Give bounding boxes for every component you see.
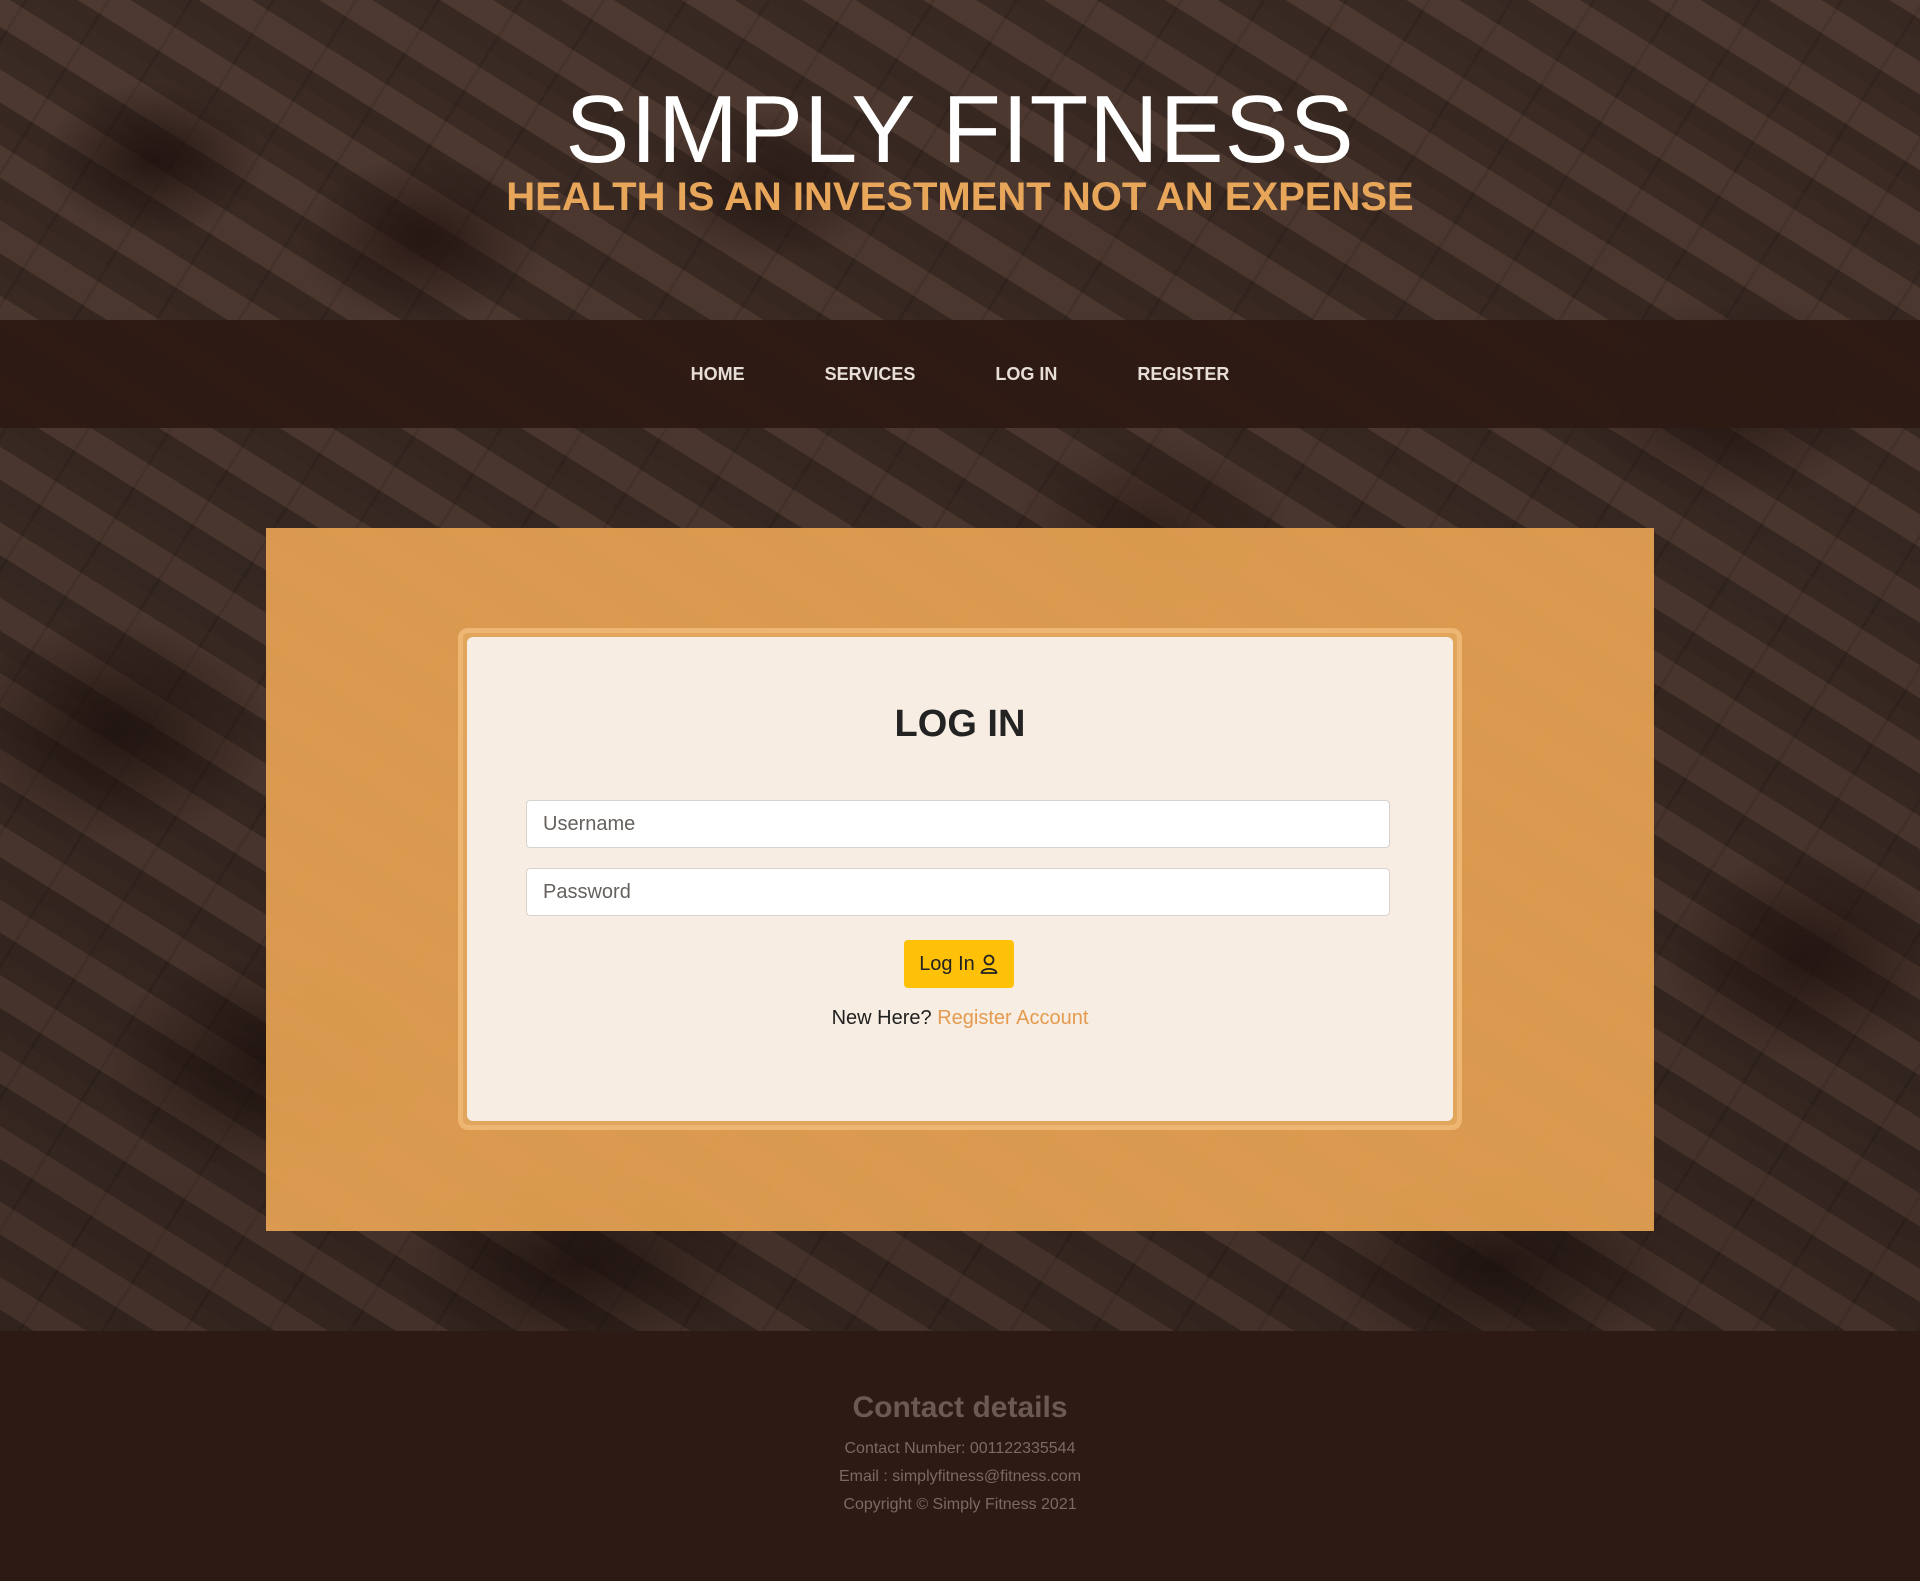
footer-heading: Contact details <box>852 1391 1068 1424</box>
nav-login[interactable]: LOG IN <box>995 364 1057 385</box>
site-title: SIMPLY FITNESS <box>565 76 1355 183</box>
login-panel: LOG IN Log In New Here? Register Account <box>266 528 1654 1231</box>
nav-register[interactable]: REGISTER <box>1137 364 1229 385</box>
login-button[interactable]: Log In <box>904 940 1014 988</box>
username-input[interactable] <box>526 800 1390 848</box>
login-card-frame: LOG IN Log In New Here? Register Account <box>458 628 1462 1130</box>
register-prompt: New Here? Register Account <box>467 1007 1453 1030</box>
site-header: SIMPLY FITNESS HEALTH IS AN INVESTMENT N… <box>0 0 1920 320</box>
nav-services[interactable]: SERVICES <box>825 364 916 385</box>
user-icon <box>979 953 999 975</box>
footer-contact-number: Contact Number: 001122335544 <box>844 1440 1076 1457</box>
footer-copyright: Copyright © Simply Fitness 2021 <box>843 1496 1077 1513</box>
main-nav: HOME SERVICES LOG IN REGISTER <box>0 320 1920 428</box>
footer-email: Email : simplyfitness@fitness.com <box>838 1468 1082 1485</box>
login-button-label: Log In <box>919 952 975 975</box>
site-tagline: HEALTH IS AN INVESTMENT NOT AN EXPENSE <box>506 175 1414 219</box>
login-card: LOG IN Log In New Here? Register Account <box>467 637 1453 1121</box>
password-input[interactable] <box>526 868 1390 916</box>
page: SIMPLY FITNESS HEALTH IS AN INVESTMENT N… <box>0 0 1920 1581</box>
register-prompt-text: New Here? <box>831 1007 932 1029</box>
login-title: LOG IN <box>894 703 1026 745</box>
register-account-link[interactable]: Register Account <box>937 1007 1088 1029</box>
site-footer: Contact details Contact Number: 00112233… <box>0 1331 1920 1581</box>
nav-home[interactable]: HOME <box>691 364 745 385</box>
